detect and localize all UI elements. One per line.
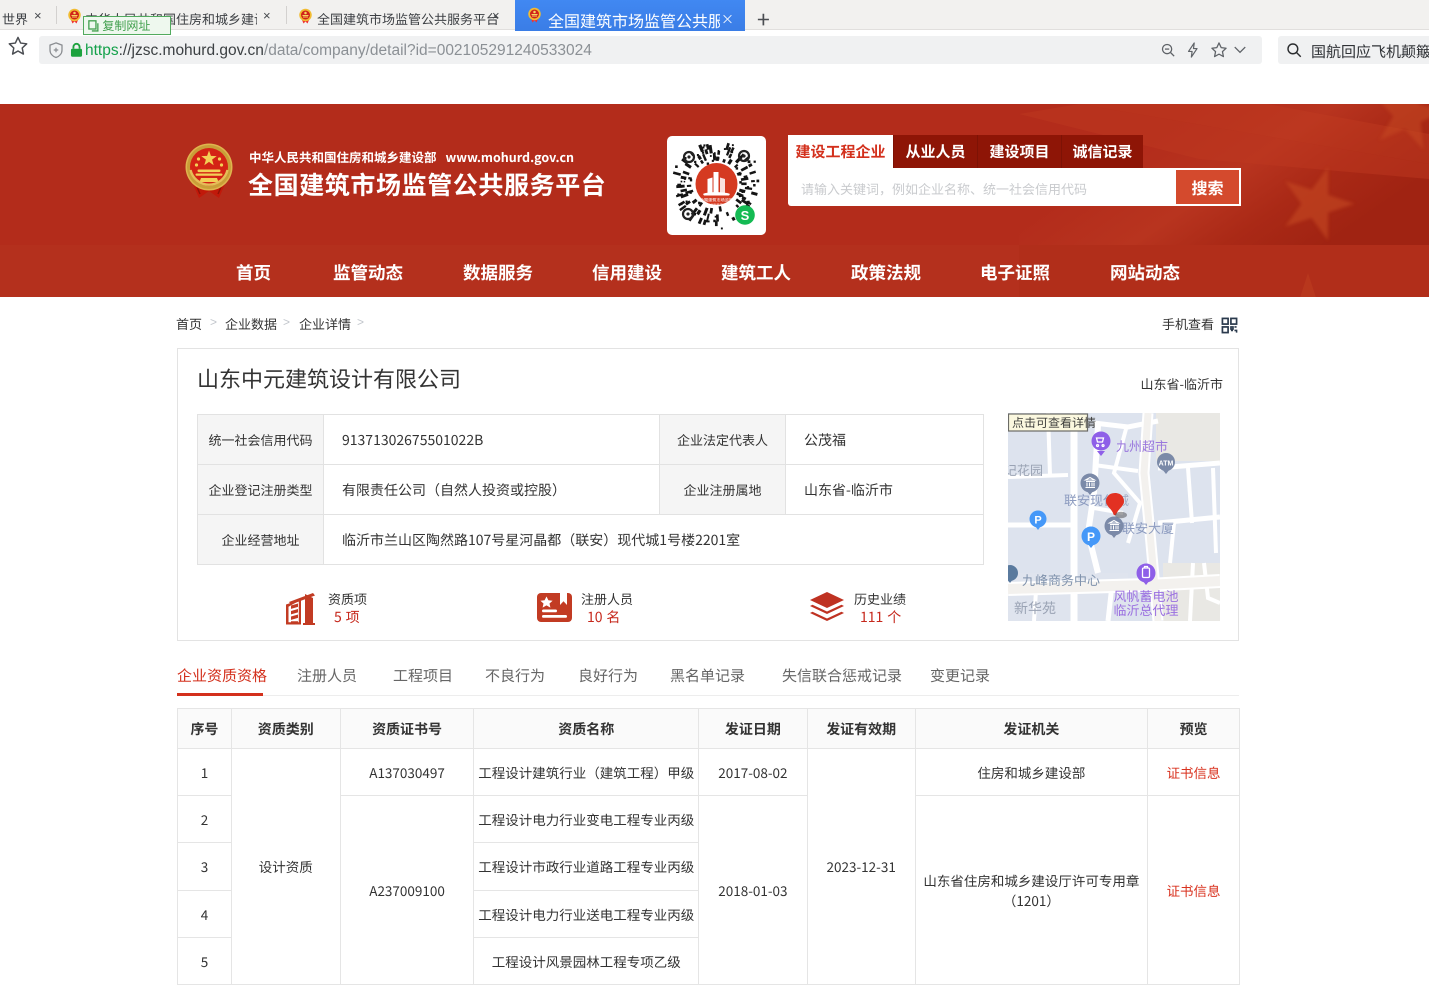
svg-text:P: P — [1034, 515, 1041, 527]
svg-text:新华苑: 新华苑 — [1014, 598, 1056, 618]
svg-text:九州超市: 九州超市 — [1116, 436, 1168, 455]
svg-text:九峰商务中心: 九峰商务中心 — [1022, 570, 1100, 589]
svg-text:ATM: ATM — [1159, 461, 1174, 468]
svg-text:公共服务平台: 公共服务平台 — [707, 202, 726, 207]
svg-text:P: P — [1087, 530, 1095, 544]
svg-text:记花园: 记花园 — [1008, 460, 1043, 479]
svg-text:点击可查看详情: 点击可查看详情 — [1012, 414, 1096, 431]
svg-text:S: S — [741, 208, 750, 223]
svg-text:临沂总代理: 临沂总代理 — [1113, 600, 1178, 619]
svg-text:联安大厦: 联安大厦 — [1122, 518, 1174, 537]
